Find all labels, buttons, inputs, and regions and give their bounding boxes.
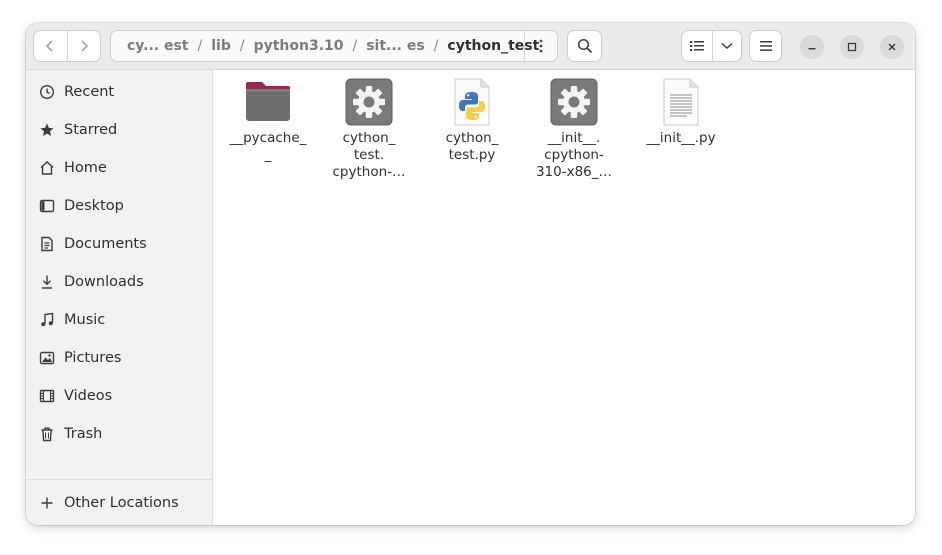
chevron-down-icon [721,42,733,50]
clock-icon [38,83,56,101]
file-manager-window: cy... est / lib / python3.10 / sit... es… [26,23,915,525]
hamburger-menu-icon [759,41,772,51]
sidebar-item-desktop[interactable]: Desktop [26,187,212,225]
breadcrumb-item[interactable]: cy... est [125,38,191,54]
sidebar-item-label: Other Locations [64,495,179,511]
sidebar-item-home[interactable]: Home [26,149,212,187]
search-button[interactable] [567,30,602,62]
forward-button[interactable] [67,31,100,61]
back-button[interactable] [34,31,67,61]
main-menu-button[interactable] [749,30,782,62]
sidebar-item-other-locations[interactable]: Other Locations [26,484,212,522]
file-grid: __pycache_ _ cython_ test. cpython-… cyt… [213,70,915,525]
file-item[interactable]: __pycache_ _ [220,70,316,164]
sidebar-item-label: Desktop [64,198,124,214]
sidebar-item-label: Trash [64,426,103,442]
trash-icon [38,425,56,443]
python-file-icon [454,78,490,126]
navigation-buttons [33,30,101,62]
file-name: __init__. cpython- 310-x86_… [535,130,613,180]
minimize-button[interactable] [800,35,824,59]
sidebar-item-pictures[interactable]: Pictures [26,339,212,377]
chevron-right-icon [81,40,88,52]
file-item[interactable]: __init__.py [633,70,729,147]
maximize-icon [847,42,857,52]
breadcrumb-item[interactable]: python3.10 [252,38,346,54]
star-icon [38,121,56,139]
plus-icon [38,494,56,512]
search-icon [577,38,592,54]
breadcrumb-item[interactable]: lib [209,38,233,54]
file-name: cython_ test.py [445,130,499,163]
header-bar: cy... est / lib / python3.10 / sit... es… [26,23,915,70]
sidebar-item-recent[interactable]: Recent [26,73,212,111]
file-item[interactable]: cython_ test. cpython-… [321,70,417,181]
music-icon [38,311,56,329]
chevron-left-icon [46,40,53,52]
sidebar-item-label: Downloads [64,274,144,290]
sidebar-item-label: Recent [64,84,115,100]
desktop-icon [38,197,56,215]
close-icon [888,43,896,51]
home-icon [38,159,56,177]
sidebar: Recent Starred Home Desktop Documents Do… [26,70,213,525]
path-menu-button[interactable] [524,31,557,61]
sidebar-item-documents[interactable]: Documents [26,225,212,263]
file-name: __pycache_ _ [229,130,307,163]
breadcrumb-item[interactable]: sit... es [364,38,426,54]
sidebar-item-starred[interactable]: Starred [26,111,212,149]
sidebar-item-videos[interactable]: Videos [26,377,212,415]
gear-icon [550,78,598,126]
view-mode-group [681,30,742,62]
close-button[interactable] [880,35,904,59]
picture-icon [38,349,56,367]
sidebar-item-label: Starred [64,122,118,138]
list-view-icon [690,41,705,51]
file-item[interactable]: __init__. cpython- 310-x86_… [526,70,622,181]
document-icon [38,235,56,253]
sidebar-item-downloads[interactable]: Downloads [26,263,212,301]
more-vertical-icon [539,39,543,53]
list-view-button[interactable] [682,31,712,61]
folder-icon [246,82,290,121]
file-name: __init__.py [646,130,716,146]
sidebar-item-music[interactable]: Music [26,301,212,339]
sidebar-item-trash[interactable]: Trash [26,415,212,453]
download-icon [38,273,56,291]
gear-icon [345,78,393,126]
sidebar-divider [26,479,212,480]
sidebar-item-label: Pictures [64,350,122,366]
view-options-dropdown[interactable] [713,31,741,61]
file-name: cython_ test. cpython-… [332,130,406,180]
path-bar: cy... est / lib / python3.10 / sit... es… [110,30,558,62]
sidebar-item-label: Home [64,160,107,176]
sidebar-item-label: Videos [64,388,113,404]
text-file-icon [663,78,699,126]
sidebar-item-label: Music [64,312,106,328]
sidebar-item-label: Documents [64,236,147,252]
video-icon [38,387,56,405]
file-item[interactable]: cython_ test.py [424,70,520,164]
minimize-icon [808,48,816,50]
maximize-button[interactable] [840,35,864,59]
